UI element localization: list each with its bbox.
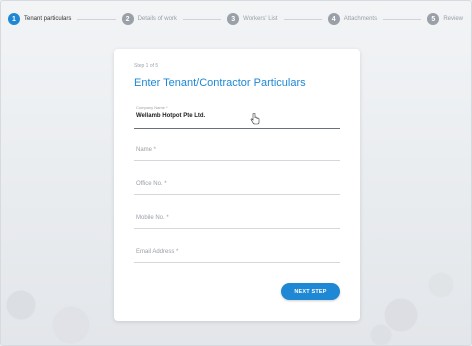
- name-placeholder: Name *: [136, 147, 157, 153]
- step-number-badge: 4: [327, 13, 340, 25]
- stepper-step-tenant-particulars[interactable]: 1 Tenant particulars: [8, 13, 71, 25]
- step-number-badge: 5: [427, 13, 440, 25]
- step-connector: [283, 18, 322, 20]
- step-connector: [182, 18, 222, 20]
- step-label: Details of work: [137, 16, 177, 22]
- company-name-value[interactable]: Wellamb Hotpot Pte Ltd.: [136, 113, 205, 119]
- mobile-no-field[interactable]: Mobile No. *: [134, 213, 340, 229]
- step-count-label: Step 1 of 5: [134, 63, 159, 69]
- step-connector: [383, 18, 422, 20]
- field-underline: [134, 128, 340, 129]
- email-address-field[interactable]: Email Address *: [134, 247, 340, 263]
- email-address-placeholder: Email Address *: [136, 249, 179, 255]
- office-no-placeholder: Office No. *: [136, 181, 167, 187]
- mobile-no-placeholder: Mobile No. *: [136, 215, 169, 221]
- name-field[interactable]: Name *: [134, 145, 340, 161]
- stepper-step-details-of-work[interactable]: 2 Details of work: [121, 13, 177, 25]
- company-name-label: Company Name *: [136, 105, 168, 110]
- step-number-badge: 2: [121, 13, 134, 25]
- step-number-badge: 1: [8, 13, 20, 25]
- step-label: Review: [443, 16, 464, 22]
- step-label: Attachments: [343, 16, 378, 22]
- field-underline: [134, 262, 340, 263]
- step-connector: [77, 18, 116, 20]
- company-name-field[interactable]: Company Name * Wellamb Hotpot Pte Ltd.: [134, 105, 340, 129]
- stepper-step-attachments[interactable]: 4 Attachments: [327, 13, 378, 25]
- page-frame: 1 Tenant particulars 2 Details of work 3…: [0, 0, 472, 346]
- particulars-form-card: Step 1 of 5 Enter Tenant/Contractor Part…: [114, 49, 360, 321]
- field-underline: [134, 160, 340, 161]
- form-title: Enter Tenant/Contractor Particulars: [134, 77, 306, 89]
- hand-cursor-icon: [250, 113, 260, 125]
- stepper-step-review[interactable]: 5 Review: [427, 13, 463, 25]
- step-number-badge: 3: [227, 13, 240, 25]
- stepper-step-workers-list[interactable]: 3 Workers' List: [227, 13, 278, 25]
- progress-stepper: 1 Tenant particulars 2 Details of work 3…: [8, 11, 463, 27]
- step-label: Workers' List: [243, 16, 278, 22]
- field-underline: [134, 194, 340, 195]
- next-step-button[interactable]: NEXT STEP: [281, 283, 340, 300]
- step-label: Tenant particulars: [24, 16, 72, 22]
- office-no-field[interactable]: Office No. *: [134, 179, 340, 195]
- field-underline: [134, 228, 340, 229]
